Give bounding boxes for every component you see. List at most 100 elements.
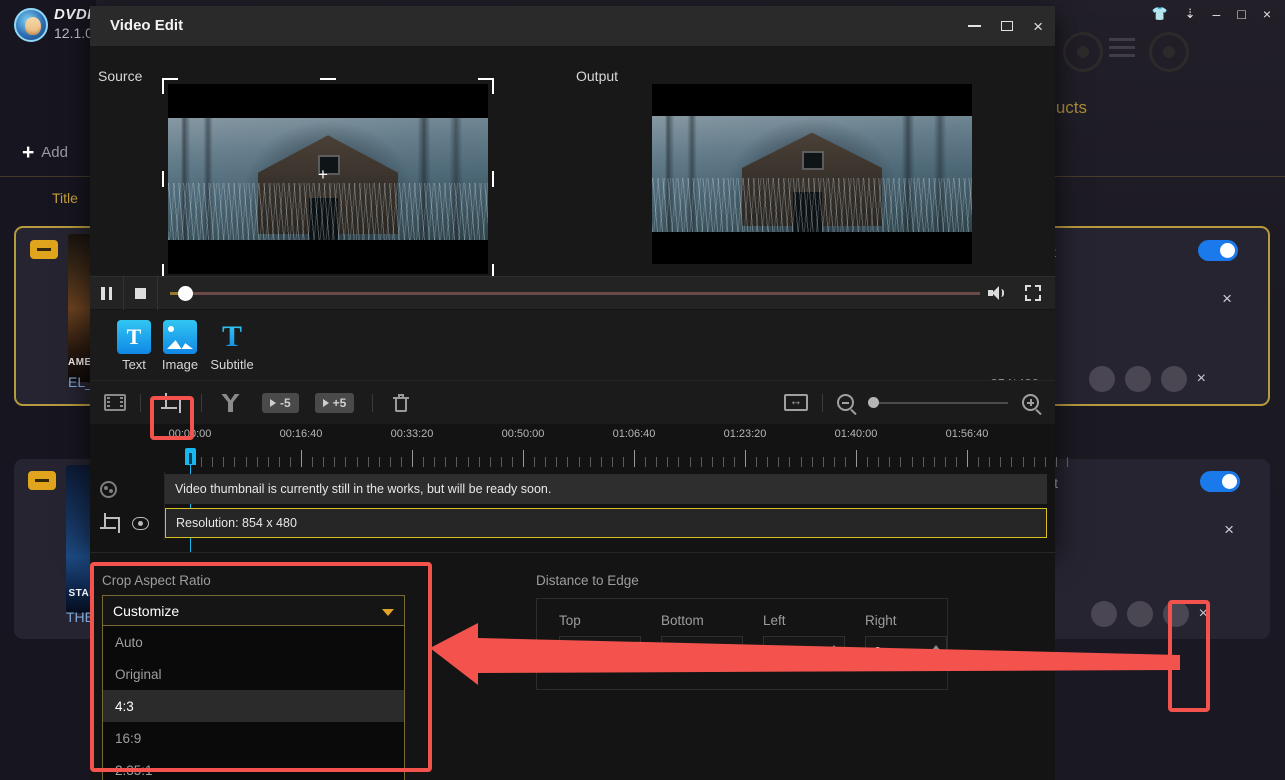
menu-icon[interactable] xyxy=(1109,38,1135,41)
crop-handle-top-right[interactable] xyxy=(478,78,494,94)
ruler-minor-tick xyxy=(801,457,802,467)
edit-icon[interactable] xyxy=(1163,601,1189,627)
minimize-button[interactable]: – xyxy=(1213,7,1221,21)
add-button[interactable]: + Add xyxy=(22,142,68,163)
crop-aspect-ratio-value: Customize xyxy=(113,603,179,619)
ruler-minor-tick xyxy=(723,457,724,467)
ruler-major-tick xyxy=(301,450,302,467)
zoom-slider-handle[interactable] xyxy=(868,397,879,408)
edge-left-input[interactable]: 0 xyxy=(763,636,845,666)
stepper-icon[interactable] xyxy=(728,641,737,663)
pause-button[interactable] xyxy=(90,276,124,310)
forward-5-label: +5 xyxy=(333,396,347,410)
crop-handle-left[interactable] xyxy=(162,171,164,187)
play-icon[interactable] xyxy=(1089,366,1115,392)
fit-to-window-icon[interactable] xyxy=(784,394,808,411)
crop-aspect-ratio-select[interactable]: Customize xyxy=(102,595,405,626)
chevron-down-icon xyxy=(382,609,394,622)
ruler-minor-tick xyxy=(201,457,202,467)
crop-icon[interactable] xyxy=(100,513,120,533)
ruler-minor-tick xyxy=(667,457,668,467)
ruler-minor-tick xyxy=(889,457,890,467)
playhead-handle[interactable] xyxy=(185,448,196,465)
remove-task-button[interactable]: × xyxy=(1222,290,1232,307)
seek-bar[interactable] xyxy=(170,276,980,310)
edge-top-input[interactable]: 0 xyxy=(559,636,641,666)
download-icon[interactable]: ⇣ xyxy=(1185,6,1196,22)
ruler-minor-tick xyxy=(1067,457,1068,467)
tshirt-icon[interactable]: 👕 xyxy=(1151,6,1167,22)
minimize-button[interactable] xyxy=(968,25,981,27)
timeline-ruler[interactable]: 00:00:00 00:16:40 00:33:20 00:50:00 01:0… xyxy=(165,424,1055,472)
background-window-controls: 👕 ⇣ – □ × xyxy=(1151,6,1271,22)
zoom-out-icon[interactable] xyxy=(837,394,854,411)
task-enable-toggle[interactable] xyxy=(1198,240,1238,261)
fullscreen-icon[interactable] xyxy=(1025,285,1041,301)
maximize-button[interactable] xyxy=(1001,21,1013,31)
dropdown-option-16-9[interactable]: 16:9 xyxy=(103,722,404,754)
ruler-tick-label: 00:16:40 xyxy=(280,428,323,440)
back-5-button[interactable]: -5 xyxy=(262,393,299,413)
trim-button[interactable] xyxy=(104,394,126,411)
crop-handle-top[interactable] xyxy=(320,78,336,80)
play-icon[interactable] xyxy=(1091,601,1117,627)
stop-button[interactable] xyxy=(124,276,158,310)
stepper-icon[interactable] xyxy=(626,641,635,663)
volume-icon[interactable] xyxy=(988,286,1005,300)
stepper-icon[interactable] xyxy=(932,641,941,663)
delete-button[interactable] xyxy=(393,394,409,412)
dropdown-option-235-1[interactable]: 2.35:1 xyxy=(103,754,404,780)
maximize-button[interactable]: □ xyxy=(1237,7,1245,21)
collapse-icon[interactable] xyxy=(30,240,58,259)
crop-aspect-ratio-dropdown[interactable]: Auto Original 4:3 16:9 2.35:1 xyxy=(102,626,405,780)
crop-handle-right[interactable] xyxy=(492,171,494,187)
dialog-titlebar[interactable]: Video Edit × xyxy=(90,6,1055,46)
dropdown-option-auto[interactable]: Auto xyxy=(103,626,404,658)
ruler-major-tick xyxy=(634,450,635,467)
track-clip-label: Resolution: 854 x 480 xyxy=(176,516,297,530)
zoom-slider[interactable] xyxy=(868,394,1008,411)
dropdown-option-original[interactable]: Original xyxy=(103,658,404,690)
edge-right-input[interactable]: 0 xyxy=(865,636,947,666)
close-button[interactable]: × xyxy=(1263,7,1271,21)
split-button[interactable] xyxy=(220,394,240,412)
zoom-in-icon[interactable] xyxy=(1022,394,1039,411)
edit-icon[interactable] xyxy=(1161,366,1187,392)
close-icon[interactable]: × xyxy=(1197,371,1206,387)
ruler-minor-tick xyxy=(656,457,657,467)
ruler-minor-tick xyxy=(701,457,702,467)
insert-image-tool[interactable]: Image xyxy=(152,320,208,372)
ruler-minor-tick xyxy=(767,457,768,467)
timeline-track-video[interactable]: Video thumbnail is currently still in th… xyxy=(90,472,1055,506)
remove-task-button[interactable]: × xyxy=(1224,521,1234,538)
ruler-tick-label: 01:23:20 xyxy=(724,428,767,440)
task-action-group: × xyxy=(1089,366,1206,392)
track-clip[interactable]: Video thumbnail is currently still in th… xyxy=(165,474,1047,504)
track-clip-selected[interactable]: Resolution: 854 x 480 xyxy=(165,508,1047,538)
crop-handle-top-left[interactable] xyxy=(162,78,178,94)
dropdown-option-4-3[interactable]: 4:3 xyxy=(103,690,404,722)
plus-icon: + xyxy=(22,142,34,163)
timeline-track-crop[interactable]: Resolution: 854 x 480 xyxy=(90,506,1055,540)
insert-subtitle-tool[interactable]: T Subtitle xyxy=(204,320,260,372)
close-button[interactable]: × xyxy=(1033,18,1043,35)
eye-icon[interactable] xyxy=(132,517,149,530)
convert-icon[interactable] xyxy=(1125,366,1151,392)
module-icon xyxy=(1063,32,1103,72)
source-preview[interactable]: + xyxy=(168,84,488,274)
crop-button[interactable] xyxy=(161,393,181,413)
ruler-minor-tick xyxy=(279,457,280,467)
ruler-minor-tick xyxy=(534,457,535,467)
seek-handle[interactable] xyxy=(178,286,193,301)
close-icon[interactable]: × xyxy=(1199,606,1208,622)
back-5-chip: -5 xyxy=(262,393,299,413)
task-enable-toggle[interactable] xyxy=(1200,471,1240,492)
collapse-icon[interactable] xyxy=(28,471,56,490)
stepper-icon[interactable] xyxy=(830,641,839,663)
convert-icon[interactable] xyxy=(1127,601,1153,627)
ruler-minor-tick xyxy=(645,457,646,467)
edge-bottom-input[interactable]: 0 xyxy=(661,636,743,666)
ruler-tick-label: 01:40:00 xyxy=(835,428,878,440)
ruler-minor-tick xyxy=(357,457,358,467)
forward-5-button[interactable]: +5 xyxy=(315,393,355,413)
